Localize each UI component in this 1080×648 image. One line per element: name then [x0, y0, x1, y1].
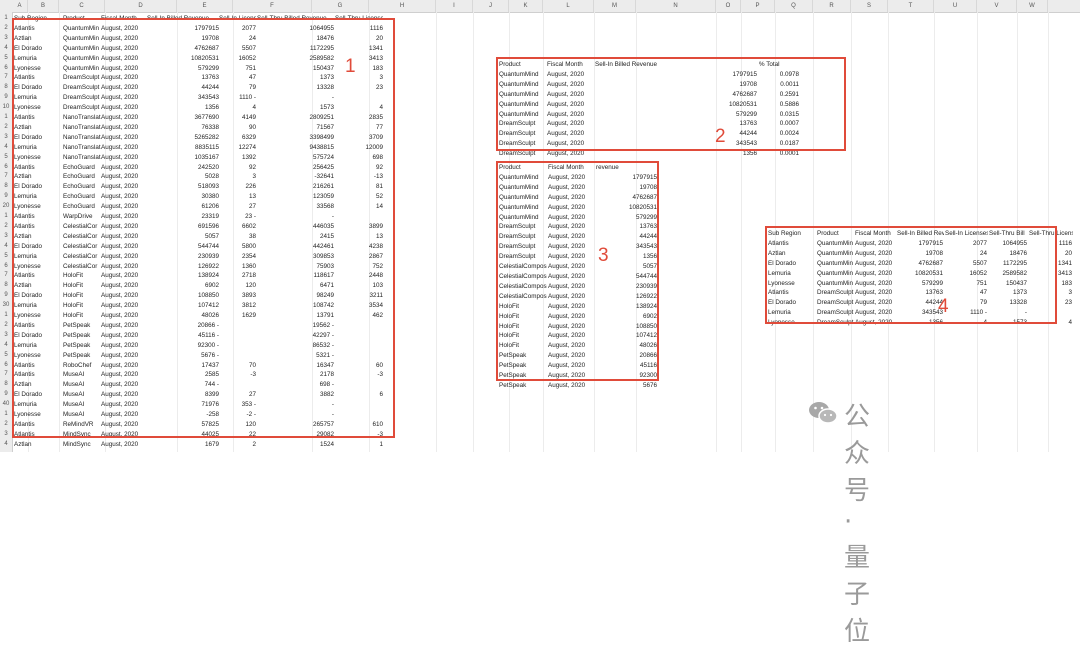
row-number[interactable]: 6 — [0, 361, 12, 371]
row-number[interactable]: 9 — [0, 291, 12, 301]
row-number[interactable]: 3 — [0, 34, 12, 44]
row-number[interactable]: 8 — [0, 281, 12, 291]
row-number[interactable]: 10 — [0, 103, 12, 113]
column-letter-q[interactable]: Q — [775, 0, 813, 12]
column-letter-a[interactable]: A — [12, 0, 28, 12]
row-number[interactable]: 7 — [0, 73, 12, 83]
row-number[interactable]: 4 — [0, 440, 12, 450]
annotation-label-4: 4 — [938, 296, 949, 317]
row-number[interactable]: 7 — [0, 172, 12, 182]
table-cell[interactable]: 1524 — [257, 440, 334, 450]
row-number[interactable]: 3 — [0, 331, 12, 341]
annotation-box-3 — [496, 161, 659, 381]
column-letter-s[interactable]: S — [851, 0, 888, 12]
row-number[interactable]: 8 — [0, 83, 12, 93]
row-number[interactable]: 1 — [0, 113, 12, 123]
row-number[interactable]: 30 — [0, 301, 12, 311]
column-letter-b[interactable]: B — [28, 0, 59, 12]
row-number[interactable]: 9 — [0, 192, 12, 202]
column-letter-j[interactable]: J — [473, 0, 509, 12]
annotation-box-1 — [12, 18, 395, 438]
watermark-text: 公众号 · 量子位 — [844, 402, 871, 647]
row-number[interactable]: 4 — [0, 44, 12, 54]
table-cell[interactable]: August, 2020 — [101, 440, 147, 450]
row-number[interactable]: 2 — [0, 420, 12, 430]
annotation-box-4 — [765, 226, 1057, 324]
row-number[interactable]: 8 — [0, 380, 12, 390]
annotation-label-1: 1 — [345, 56, 356, 77]
row-number[interactable]: 4 — [0, 341, 12, 351]
column-letter-m[interactable]: M — [594, 0, 636, 12]
row-number[interactable]: 3 — [0, 133, 12, 143]
row-number[interactable]: 5 — [0, 54, 12, 64]
column-letter-d[interactable]: D — [105, 0, 177, 12]
column-letter-u[interactable]: U — [934, 0, 977, 12]
row-number[interactable]: 6 — [0, 64, 12, 74]
table-cell[interactable]: 5676 — [595, 381, 658, 391]
row-number[interactable]: 1 — [0, 14, 12, 24]
row-number[interactable]: 9 — [0, 93, 12, 103]
column-letter-v[interactable]: V — [977, 0, 1017, 12]
table-cell[interactable]: August, 2020 — [547, 381, 595, 391]
column-letter-l[interactable]: L — [543, 0, 594, 12]
table-row: PetSpeak August, 2020 5676 — [498, 381, 658, 391]
column-letter-k[interactable]: K — [509, 0, 543, 12]
row-number[interactable]: 4 — [0, 242, 12, 252]
row-number[interactable]: 1 — [0, 410, 12, 420]
annotation-label-3: 3 — [598, 245, 609, 266]
table-cell[interactable]: PetSpeak — [498, 381, 547, 391]
column-letter-n[interactable]: N — [636, 0, 716, 12]
wechat-icon — [808, 400, 838, 431]
row-number[interactable]: 9 — [0, 390, 12, 400]
row-number[interactable]: 3 — [0, 430, 12, 440]
row-number[interactable]: 6 — [0, 262, 12, 272]
table-cell[interactable]: 1679 — [147, 440, 219, 450]
column-letter-i[interactable]: I — [436, 0, 473, 12]
row-number[interactable]: 7 — [0, 370, 12, 380]
row-number[interactable]: 5 — [0, 351, 12, 361]
row-number[interactable]: 2 — [0, 321, 12, 331]
column-letter-f[interactable]: F — [233, 0, 312, 12]
table-cell[interactable]: 1 — [335, 440, 383, 450]
row-number[interactable]: 5 — [0, 153, 12, 163]
column-letter-o[interactable]: O — [716, 0, 741, 12]
row-number[interactable]: 1 — [0, 311, 12, 321]
table-cell[interactable]: 2 — [219, 440, 256, 450]
column-letter-c[interactable]: C — [59, 0, 105, 12]
row-number[interactable]: 2 — [0, 222, 12, 232]
column-letter-t[interactable]: T — [888, 0, 934, 12]
table-cell[interactable]: MindSync — [63, 440, 101, 450]
column-divider — [436, 12, 437, 452]
column-header-bar: ABCDEFGHIJKLMNOPQRSTUVW — [0, 0, 1080, 13]
row-number[interactable]: 2 — [0, 24, 12, 34]
annotation-box-2 — [496, 57, 846, 151]
row-number[interactable]: 20 — [0, 202, 12, 212]
column-letter-h[interactable]: H — [369, 0, 436, 12]
column-letter-p[interactable]: P — [741, 0, 775, 12]
table-cell[interactable]: Aztlan — [14, 440, 62, 450]
column-letter-e[interactable]: E — [177, 0, 233, 12]
row-number[interactable]: 4 — [0, 143, 12, 153]
row-number[interactable]: 2 — [0, 123, 12, 133]
row-number[interactable]: 5 — [0, 252, 12, 262]
row-number[interactable]: 3 — [0, 232, 12, 242]
column-letter-g[interactable]: G — [312, 0, 369, 12]
column-letter-w[interactable]: W — [1017, 0, 1048, 12]
row-number[interactable]: 7 — [0, 271, 12, 281]
row-number[interactable]: 6 — [0, 163, 12, 173]
row-number[interactable]: 8 — [0, 182, 12, 192]
row-number[interactable]: 40 — [0, 400, 12, 410]
row-number[interactable]: 1 — [0, 212, 12, 222]
annotation-label-2: 2 — [715, 126, 726, 147]
column-divider — [473, 12, 474, 452]
column-letter-r[interactable]: R — [813, 0, 851, 12]
